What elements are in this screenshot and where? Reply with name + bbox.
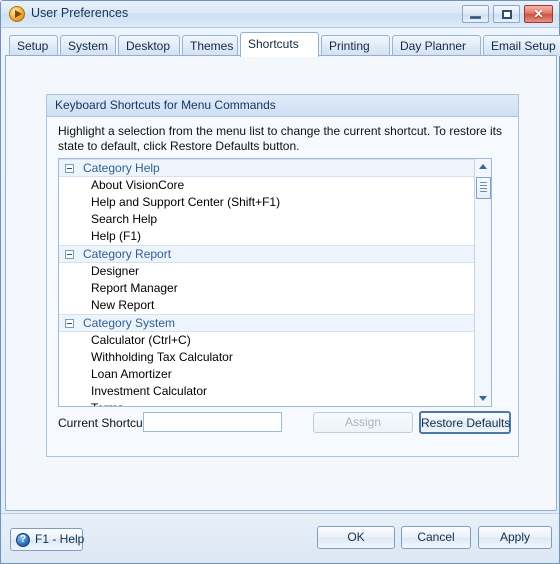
tree-category-row[interactable]: Category Report	[59, 245, 475, 263]
apply-button[interactable]: Apply	[478, 526, 552, 549]
tree-row-label: Designer	[91, 264, 140, 278]
tree-row-label: About VisionCore	[91, 178, 185, 192]
scroll-down-arrow-icon[interactable]	[475, 390, 491, 406]
collapse-minus-icon[interactable]	[65, 250, 74, 259]
tree-item-row[interactable]: Loan Amortizer	[59, 366, 475, 383]
collapse-minus-icon[interactable]	[65, 164, 74, 173]
shortcuts-tree-list: Category Help About VisionCore Help and Su…	[59, 159, 475, 406]
tree-row-label: Terms	[91, 401, 124, 406]
collapse-minus-icon[interactable]	[65, 319, 74, 328]
tab-setup[interactable]: Setup	[9, 35, 58, 56]
tab-day-planner[interactable]: Day Planner	[392, 35, 481, 56]
keyboard-shortcuts-groupbox: Keyboard Shortcuts for Menu Commands Hig…	[46, 94, 519, 457]
tree-row-label: Report Manager	[91, 281, 178, 295]
tab-content-shortcuts: Keyboard Shortcuts for Menu Commands Hig…	[5, 55, 557, 511]
tree-row-label: Category System	[83, 316, 176, 330]
tree-row-label: Loan Amortizer	[91, 367, 172, 381]
title-bar: User Preferences ✕	[1, 1, 559, 28]
tree-item-row[interactable]: Search Help	[59, 211, 475, 228]
tree-category-row[interactable]: Category Help	[59, 159, 475, 177]
tree-category-row[interactable]: Category System	[59, 314, 475, 332]
ok-button[interactable]: OK	[317, 526, 395, 549]
cancel-button[interactable]: Cancel	[401, 526, 471, 549]
assign-button[interactable]: Assign	[313, 412, 413, 433]
tree-item-row[interactable]: About VisionCore	[59, 177, 475, 194]
tab-desktop[interactable]: Desktop	[118, 35, 180, 56]
scrollbar-thumb[interactable]	[476, 177, 491, 199]
scroll-up-arrow-icon[interactable]	[475, 159, 491, 175]
close-button[interactable]: ✕	[524, 5, 553, 23]
groupbox-title: Keyboard Shortcuts for Menu Commands	[47, 95, 518, 117]
groupbox-description: Highlight a selection from the menu list…	[58, 124, 502, 153]
tree-row-label: Help (F1)	[91, 229, 142, 243]
dialog-footer: F1 - Help	[1, 513, 559, 563]
tree-item-row[interactable]: Report Manager	[59, 280, 475, 297]
tab-strip: Setup System Desktop Themes Shortcuts Printin…	[5, 32, 560, 57]
tree-item-row[interactable]: Terms	[59, 400, 475, 406]
tree-row-label: Category Report	[83, 247, 172, 261]
tree-row-label: Investment Calculator	[91, 384, 208, 398]
current-shortcut-input[interactable]	[143, 412, 282, 432]
user-preferences-window: User Preferences ✕ Setup System Desktop The…	[0, 0, 560, 564]
shortcuts-tree[interactable]: Category Help About VisionCore Help and Su…	[58, 158, 492, 407]
restore-defaults-button[interactable]: Restore Defaults	[419, 411, 511, 434]
tree-item-row[interactable]: Designer	[59, 263, 475, 280]
question-circle-icon	[16, 533, 30, 547]
tree-row-label: Help and Support Center (Shift+F1)	[91, 195, 281, 209]
tab-shortcuts[interactable]: Shortcuts	[240, 32, 319, 57]
tab-email-setup[interactable]: Email Setup	[483, 35, 560, 56]
tree-row-label: Category Help	[83, 161, 160, 175]
close-icon: ✕	[533, 7, 544, 21]
current-shortcut-label: Current Shortcut	[58, 416, 147, 430]
tree-row-label: Search Help	[91, 212, 158, 226]
maximize-button[interactable]	[493, 5, 520, 23]
window-title: User Preferences	[31, 6, 129, 20]
tree-row-label: Withholding Tax Calculator	[91, 350, 233, 364]
tab-themes[interactable]: Themes	[182, 35, 238, 56]
tree-item-row[interactable]: Help and Support Center (Shift+F1)	[59, 194, 475, 211]
tree-item-row[interactable]: Withholding Tax Calculator	[59, 349, 475, 366]
f1-help-button[interactable]: F1 - Help	[10, 528, 85, 551]
tab-system[interactable]: System	[60, 35, 116, 56]
tree-row-label: Calculator (Ctrl+C)	[91, 333, 191, 347]
f1-help-label: F1 - Help	[35, 532, 85, 546]
minimize-button[interactable]	[462, 5, 489, 23]
play-circle-icon	[9, 6, 25, 22]
tab-printing[interactable]: Printing	[321, 35, 390, 56]
tree-item-row[interactable]: New Report	[59, 297, 475, 314]
tree-item-row[interactable]: Calculator (Ctrl+C)	[59, 332, 475, 349]
tree-row-label: New Report	[91, 298, 155, 312]
tree-item-row[interactable]: Help (F1)	[59, 228, 475, 245]
tree-item-row[interactable]: Investment Calculator	[59, 383, 475, 400]
vertical-scrollbar[interactable]	[474, 159, 491, 406]
